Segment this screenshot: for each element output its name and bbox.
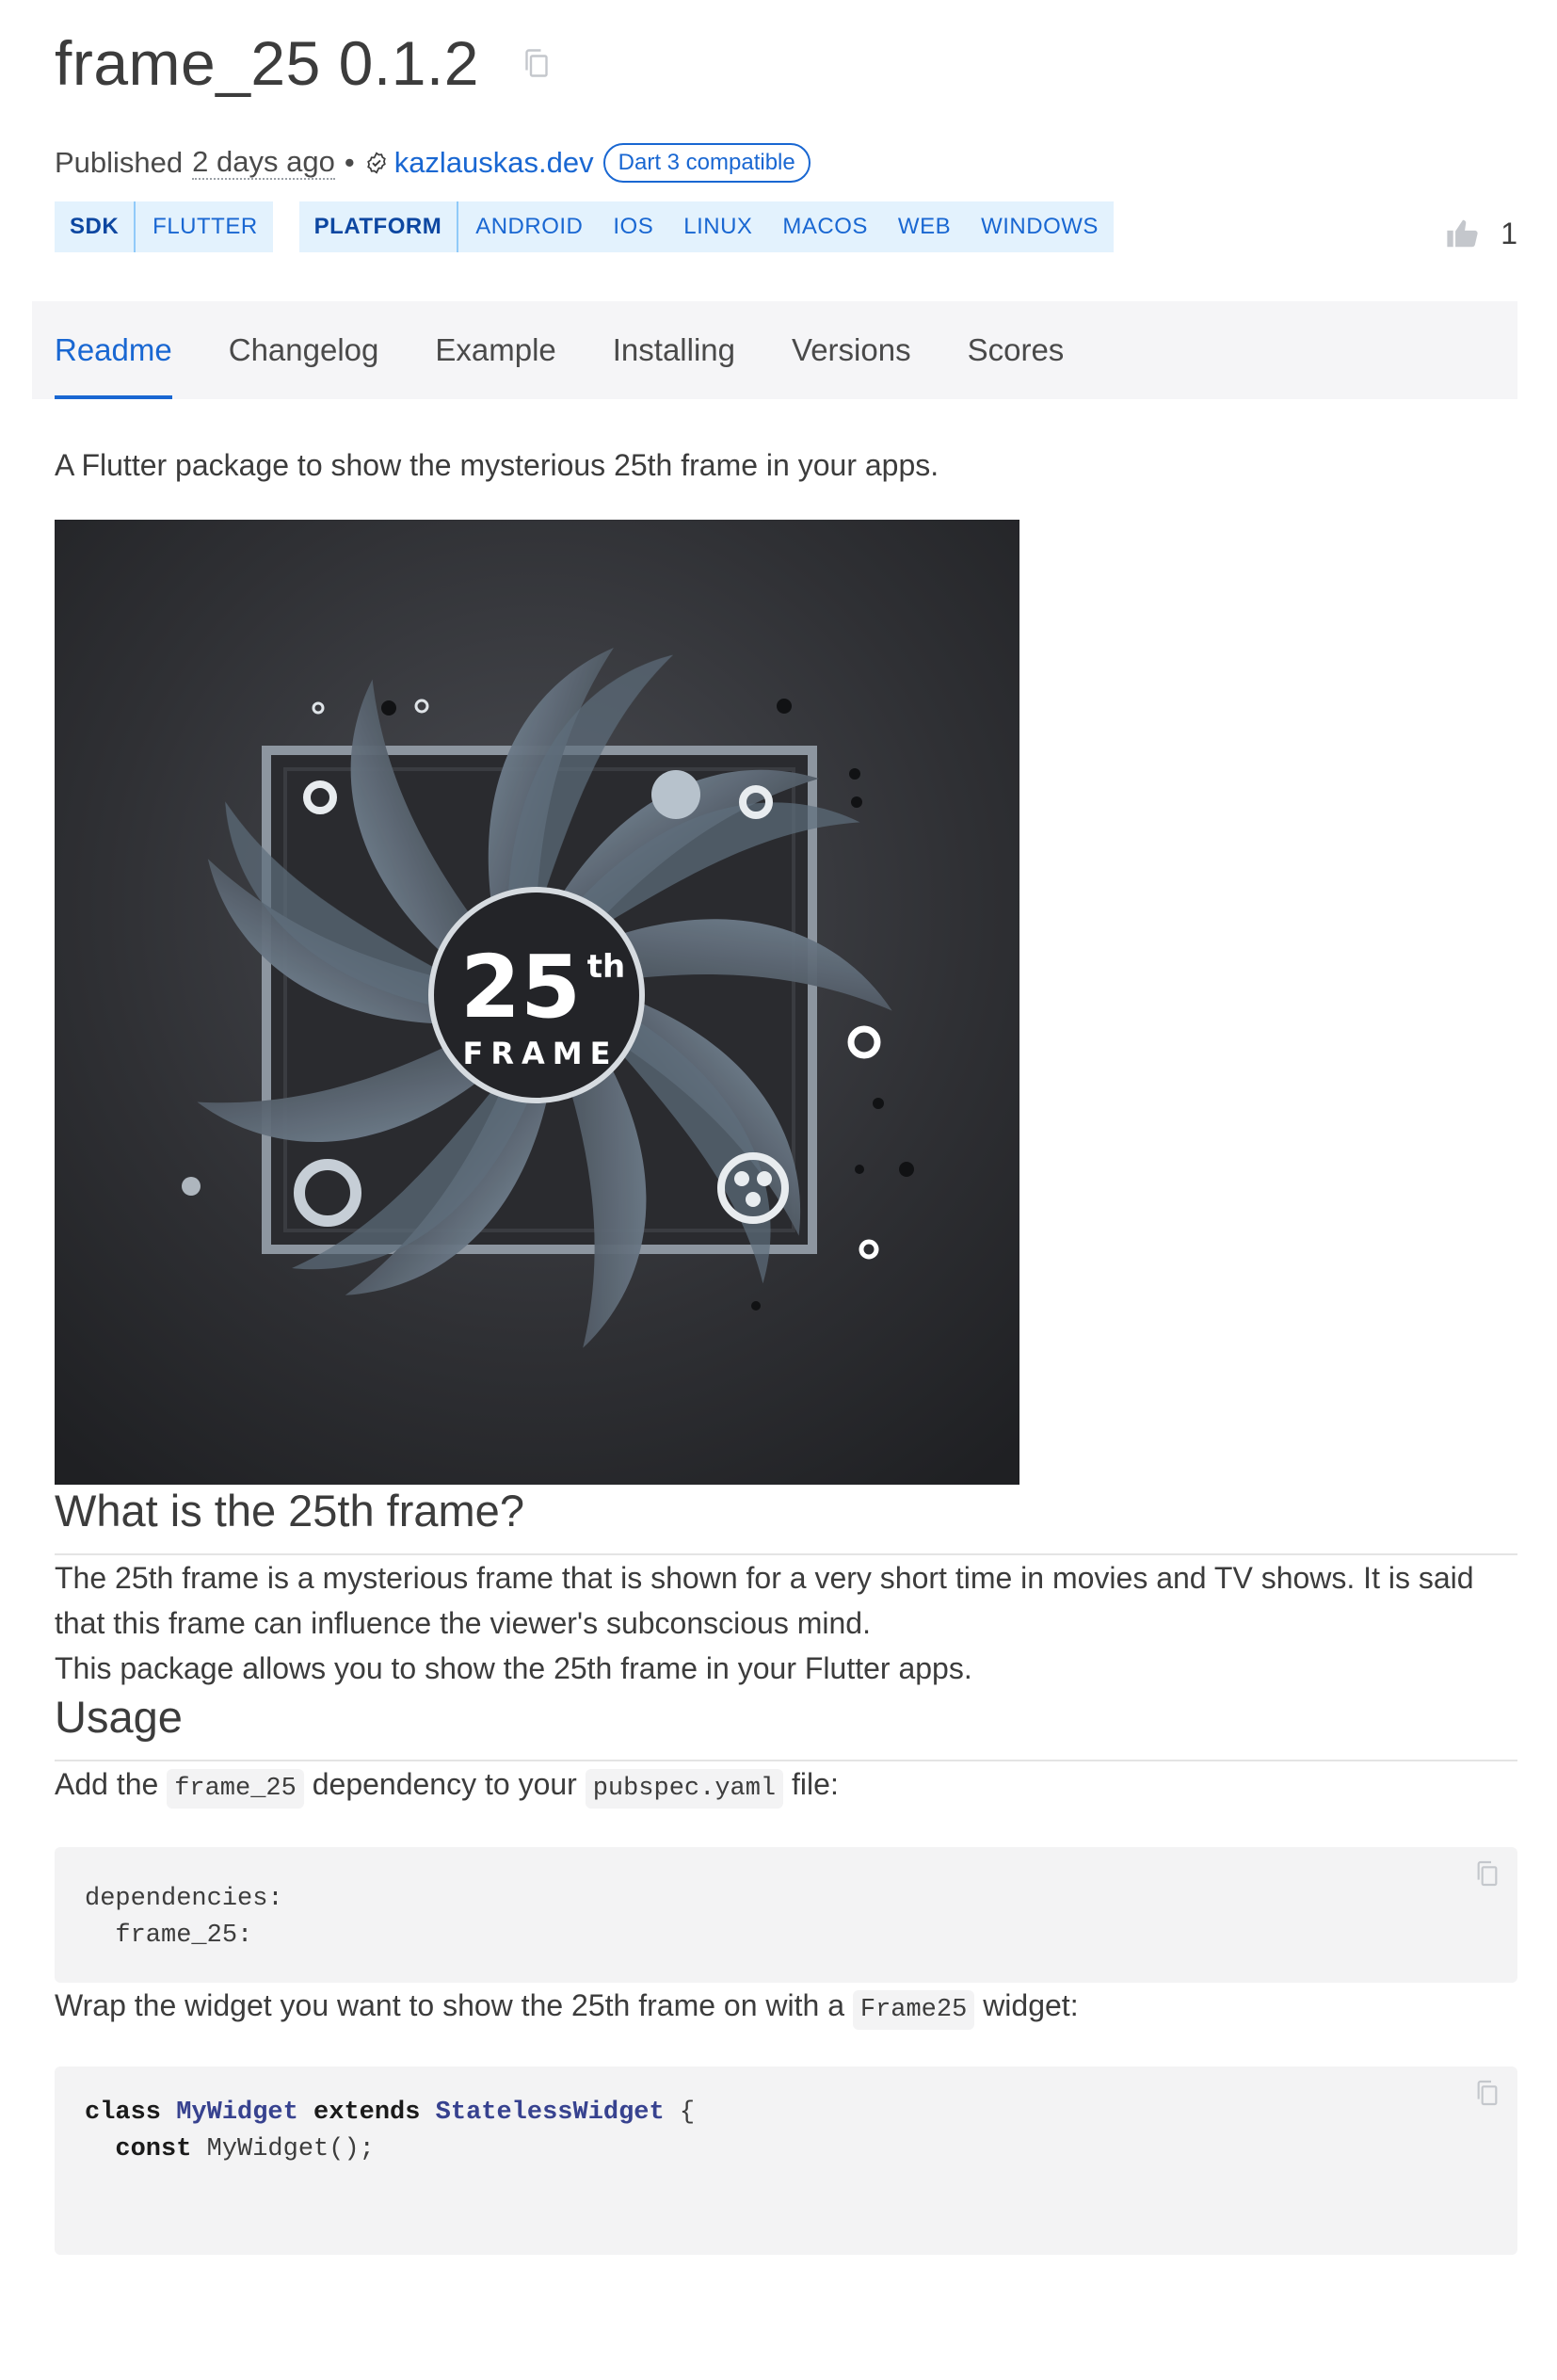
inline-code-frame25: frame_25 xyxy=(167,1769,304,1809)
code-keyword: class xyxy=(85,2099,162,2127)
package-title: frame_25 0.1.2 xyxy=(55,28,479,98)
platform-tag-linux[interactable]: LINUX xyxy=(668,201,767,252)
usage-text: dependency to your xyxy=(303,1767,586,1801)
hero-image: 25 th FRAME xyxy=(55,520,1019,1485)
inline-code-frame25-widget: Frame25 xyxy=(852,1990,975,2030)
code-class-name: MyWidget xyxy=(176,2099,298,2127)
usage-paragraph-1: Add the frame_25 dependency to your pubs… xyxy=(55,1761,1517,1811)
hero-superscript: th xyxy=(587,948,625,986)
inline-code-pubspec: pubspec.yaml xyxy=(585,1769,784,1809)
hero-number: 25 xyxy=(460,937,581,1037)
code-line: dependencies: xyxy=(85,1885,283,1913)
copy-icon xyxy=(1477,2080,1498,2106)
platform-tag-group: PLATFORM ANDROID IOS LINUX MACOS WEB WIN… xyxy=(298,201,1114,252)
usage-text: widget: xyxy=(974,1988,1079,2022)
sdk-tag-flutter[interactable]: FLUTTER xyxy=(136,201,273,252)
tag-row: SDK FLUTTER PLATFORM ANDROID IOS LINUX M… xyxy=(55,201,1140,252)
verified-publisher-icon xyxy=(364,151,389,175)
readme-content: A Flutter package to show the mysterious… xyxy=(55,431,1517,2255)
metadata-row: Published 2 days ago • kazlauskas.dev Da… xyxy=(55,139,811,186)
published-label: Published xyxy=(55,146,184,179)
sdk-tag-label[interactable]: SDK xyxy=(55,201,136,252)
dart3-compatible-badge[interactable]: Dart 3 compatible xyxy=(602,143,811,183)
detail-tabs: Readme Changelog Example Installing Vers… xyxy=(32,301,1517,399)
usage-paragraph-2: Wrap the widget you want to show the 25t… xyxy=(55,1983,1517,2033)
code-line: frame_25: xyxy=(85,1922,253,1950)
like-count: 1 xyxy=(1501,216,1517,250)
what-paragraph-2: This package allows you to show the 25th… xyxy=(55,1651,972,1685)
code-block-dependencies[interactable]: dependencies: frame_25: xyxy=(55,1847,1517,1983)
tab-versions[interactable]: Versions xyxy=(792,301,911,399)
intro-text: A Flutter package to show the mysterious… xyxy=(55,448,939,482)
tab-installing[interactable]: Installing xyxy=(613,301,735,399)
platform-tag-web[interactable]: WEB xyxy=(883,201,966,252)
title-row: frame_25 0.1.2 xyxy=(55,21,554,105)
platform-tag-ios[interactable]: IOS xyxy=(598,201,668,252)
platform-tag-label[interactable]: PLATFORM xyxy=(299,201,459,252)
what-paragraph-1: The 25th frame is a mysterious frame tha… xyxy=(55,1561,1474,1640)
copy-icon xyxy=(525,49,548,77)
tab-readme[interactable]: Readme xyxy=(55,301,172,399)
tab-scores[interactable]: Scores xyxy=(968,301,1065,399)
usage-text: file: xyxy=(783,1767,839,1801)
tab-changelog[interactable]: Changelog xyxy=(229,301,379,399)
copy-title-button[interactable] xyxy=(519,45,554,81)
tab-example[interactable]: Example xyxy=(435,301,555,399)
usage-heading: Usage xyxy=(55,1691,1517,1761)
usage-text: Wrap the widget you want to show the 25t… xyxy=(55,1988,853,2022)
code-keyword: extends xyxy=(313,2099,421,2127)
code-keyword: const xyxy=(115,2135,192,2163)
published-date: 2 days ago xyxy=(192,145,335,181)
platform-tag-android[interactable]: ANDROID xyxy=(458,201,598,252)
platform-tag-macos[interactable]: MACOS xyxy=(767,201,883,252)
copy-icon xyxy=(1477,1860,1498,1887)
separator-dot: • xyxy=(344,146,355,179)
code-text: MyWidget(); xyxy=(191,2135,375,2163)
platform-tag-windows[interactable]: WINDOWS xyxy=(966,201,1114,252)
like-button[interactable] xyxy=(1444,216,1482,251)
thumb-up-icon xyxy=(1447,219,1478,248)
code-block-widget[interactable]: class MyWidget extends StatelessWidget {… xyxy=(55,2066,1517,2255)
sdk-tag-group: SDK FLUTTER xyxy=(55,201,273,252)
copy-code-button[interactable] xyxy=(1470,2076,1504,2110)
code-text: { xyxy=(664,2099,696,2127)
code-class-name: StatelessWidget xyxy=(435,2099,665,2127)
publisher-link[interactable]: kazlauskas.dev xyxy=(394,146,594,180)
like-area: 1 xyxy=(1444,209,1517,258)
what-heading: What is the 25th frame? xyxy=(55,1485,1517,1555)
copy-code-button[interactable] xyxy=(1470,1857,1504,1890)
usage-text: Add the xyxy=(55,1767,168,1801)
package-page: frame_25 0.1.2 Published 2 days ago • ka… xyxy=(0,0,1557,2380)
